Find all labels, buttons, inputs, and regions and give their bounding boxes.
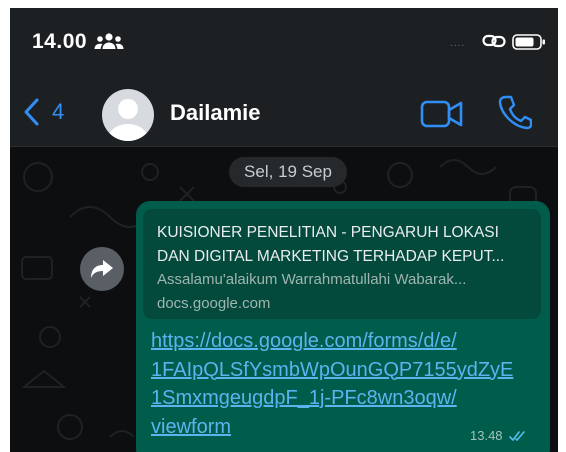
unread-count: 4 [52, 99, 65, 124]
read-receipt-ticks-icon [509, 431, 525, 441]
status-bar: 14.00 .... [10, 8, 558, 78]
link-preview-description: Assalamu'alaikum Warrahmatullahi Wabarak… [157, 271, 467, 288]
signal-dots: .... [450, 38, 466, 49]
message-time: 13.48 [470, 428, 503, 443]
contact-name[interactable]: Dailamie [170, 100, 261, 126]
forward-arrow-icon [91, 260, 113, 278]
chevron-left-icon [24, 98, 39, 126]
video-call-button[interactable] [420, 98, 464, 130]
people-group-icon [94, 33, 124, 49]
forward-button[interactable] [80, 247, 124, 291]
message-link[interactable]: https://docs.google.com/forms/d/e/ 1FAIp… [151, 327, 543, 441]
message-bubble[interactable]: KUISIONER PENELITIAN - PENGARUH LOKASI D… [136, 201, 550, 452]
link-icon [482, 34, 506, 48]
link-preview-card[interactable]: KUISIONER PENELITIAN - PENGARUH LOKASI D… [143, 209, 541, 319]
battery-icon [512, 34, 545, 50]
status-time: 14.00 [32, 30, 88, 53]
phone-screen: 14.00 .... 4 Dailamie Sel, 19 Sep KUISIO… [10, 8, 558, 452]
date-separator: Sel, 19 Sep [229, 157, 347, 187]
chat-header: 4 Dailamie [10, 78, 558, 147]
link-preview-title: KUISIONER PENELITIAN - PENGARUH LOKASI D… [157, 224, 505, 265]
avatar[interactable] [102, 89, 154, 141]
chat-area[interactable]: Sel, 19 Sep KUISIONER PENELITIAN - PENGA… [10, 147, 558, 452]
back-button[interactable]: 4 [22, 92, 92, 132]
link-preview-domain: docs.google.com [157, 295, 271, 312]
default-avatar-icon [108, 99, 148, 141]
phone-call-button[interactable] [498, 94, 532, 130]
